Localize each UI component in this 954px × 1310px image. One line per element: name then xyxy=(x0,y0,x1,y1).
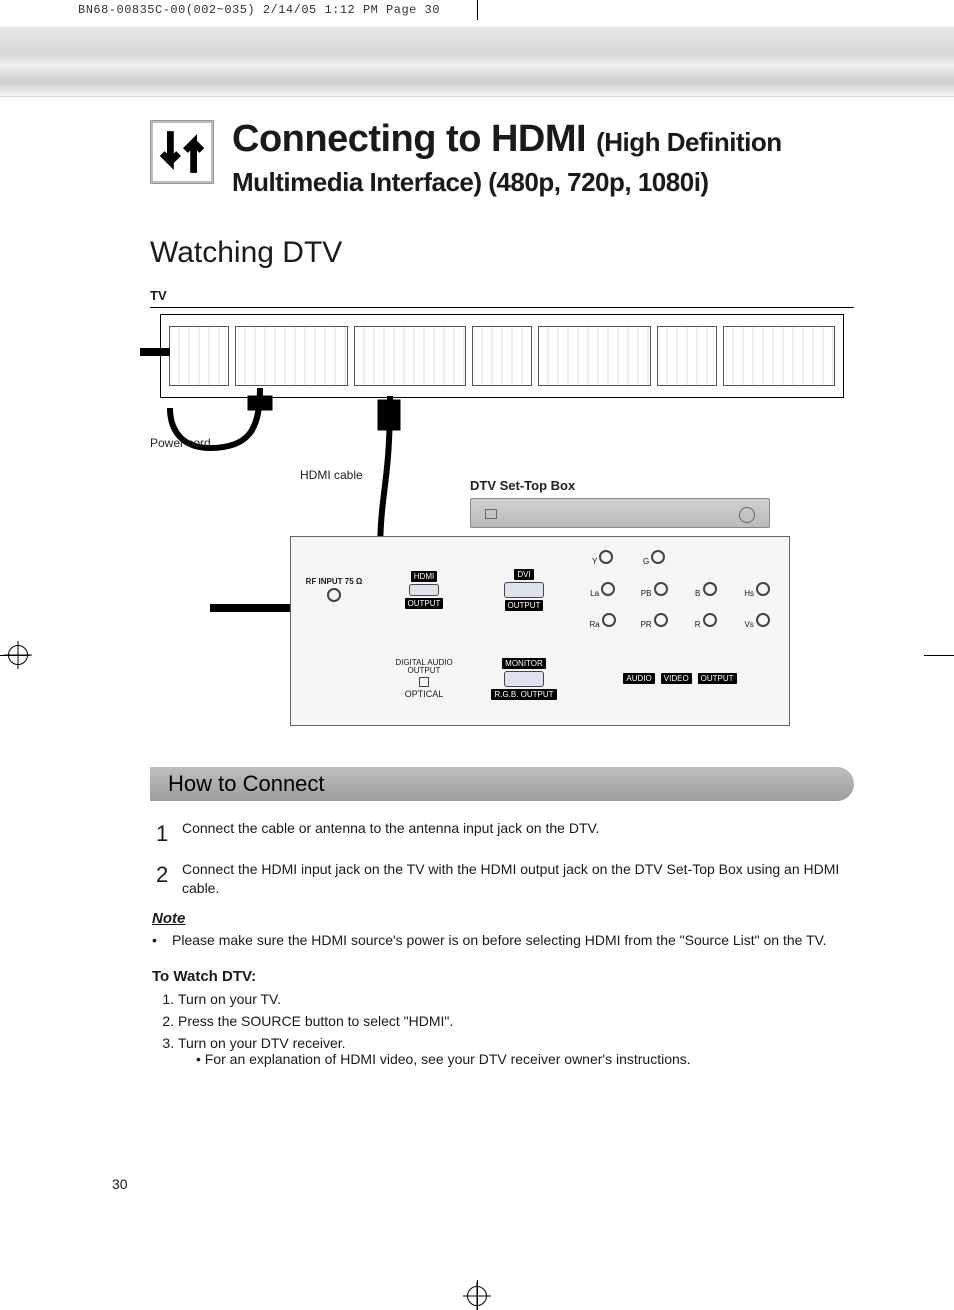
digital-audio: DIGITAL AUDIO OUTPUT OPTICAL xyxy=(379,641,469,717)
step-1: 1 Connect the cable or antenna to the an… xyxy=(156,819,854,849)
note-body: • Please make sure the HDMI source's pow… xyxy=(152,931,854,950)
dvi-out: DVI OUTPUT xyxy=(479,545,569,635)
power-cord-label: Power cord xyxy=(150,436,211,450)
watch-subbullet: • For an explanation of HDMI video, see … xyxy=(196,1051,854,1067)
hdmi-section-icon xyxy=(150,120,214,184)
section-heading: Watching DTV xyxy=(150,236,854,270)
note-heading: Note xyxy=(152,910,854,927)
monitor-out: MONITOR R.G.B. OUTPUT xyxy=(479,641,569,717)
stb-label: DTV Set-Top Box xyxy=(470,478,575,493)
optical-out xyxy=(299,641,369,717)
how-to-connect-heading: How to Connect xyxy=(168,771,325,797)
watch-step-2: Press the SOURCE button to select "HDMI"… xyxy=(178,1013,854,1029)
watch-step-3-text: Turn on your DTV receiver. xyxy=(178,1035,346,1051)
watch-step-3: Turn on your DTV receiver. • For an expl… xyxy=(178,1035,854,1067)
how-to-connect-bar: How to Connect xyxy=(150,767,854,801)
bullet-icon: • xyxy=(152,931,162,950)
watch-heading: To Watch DTV: xyxy=(152,968,854,985)
step-number: 2 xyxy=(156,860,170,898)
watch-steps: Turn on your TV. Press the SOURCE button… xyxy=(178,991,854,1067)
title-row: Connecting to HDMI (High Definition Mult… xyxy=(150,120,854,200)
page-number: 30 xyxy=(112,1176,128,1192)
step-2: 2 Connect the HDMI input jack on the TV … xyxy=(156,860,854,898)
hdmi-cable-label: HDMI cable xyxy=(300,468,363,482)
hdmi-out: HDMI OUTPUT xyxy=(379,545,469,635)
step-number: 1 xyxy=(156,819,170,849)
connection-diagram: Power cord HDMI cable DTV Set-Top Box RF… xyxy=(150,307,854,737)
av-output-labels: AUDIO VIDEO OUTPUT xyxy=(579,641,781,717)
stb-back-panel: RF INPUT 75 Ω HDMI OUTPUT DVI OUTPUT Y G xyxy=(290,536,790,726)
step-text: Connect the HDMI input jack on the TV wi… xyxy=(182,860,854,898)
page-content: Connecting to HDMI (High Definition Mult… xyxy=(0,0,954,1310)
component-jacks: Y G La PB B Hs Ra PR R Vs xyxy=(579,545,781,635)
stb-front xyxy=(470,498,770,528)
watch-step-1: Turn on your TV. xyxy=(178,991,854,1007)
page-title: Connecting to HDMI (High Definition Mult… xyxy=(232,120,854,200)
note-text: Please make sure the HDMI source's power… xyxy=(172,931,827,950)
step-text: Connect the cable or antenna to the ante… xyxy=(182,819,599,849)
tv-label: TV xyxy=(150,288,854,303)
title-main: Connecting to HDMI xyxy=(232,118,586,160)
rf-input: RF INPUT 75 Ω xyxy=(299,545,369,635)
